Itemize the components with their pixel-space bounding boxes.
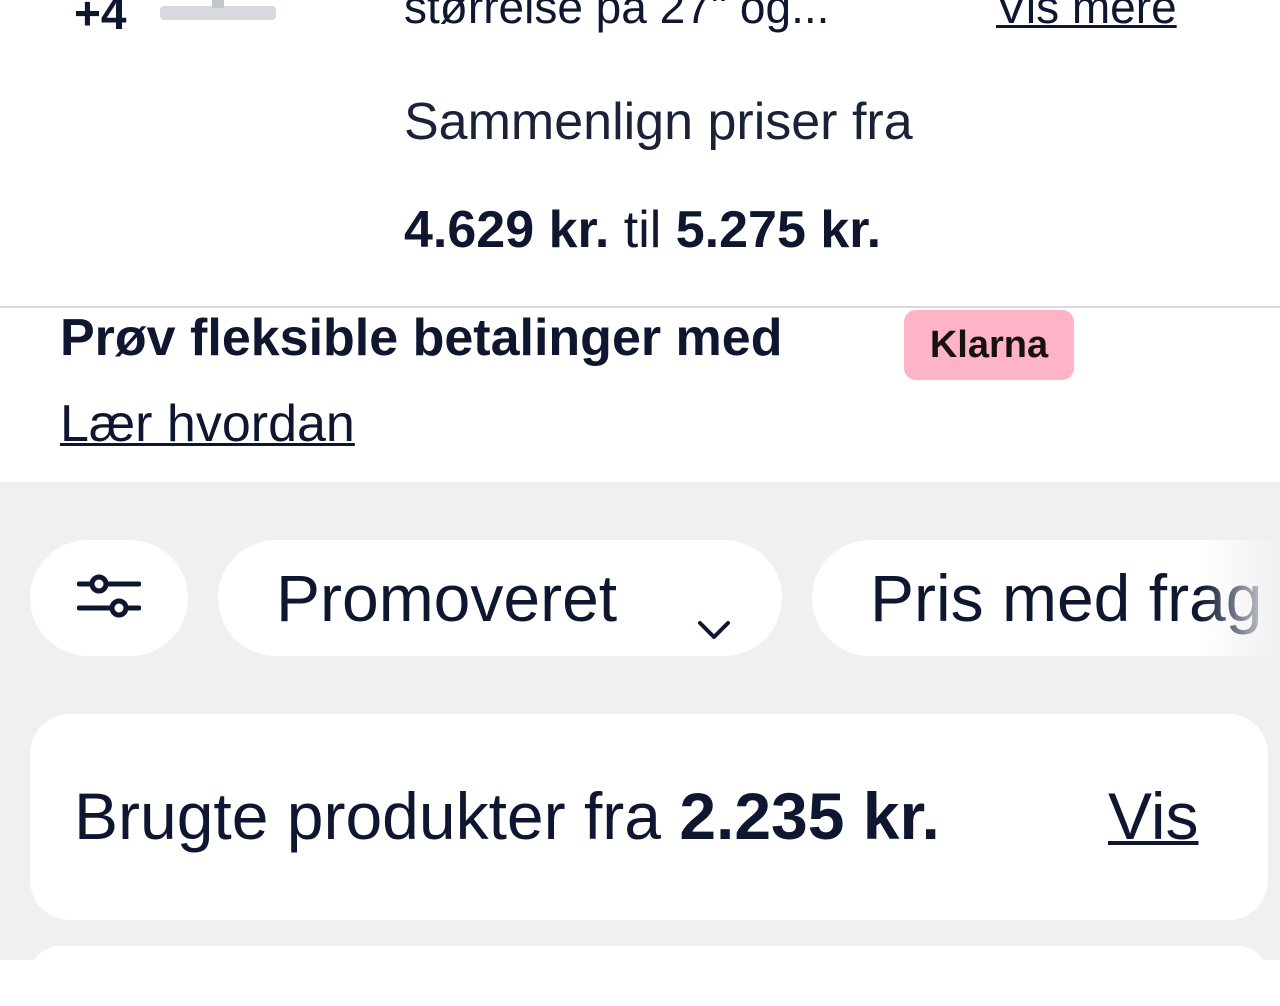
sliders-icon [76,568,142,629]
product-description: størrelse på 27" og... [404,0,830,33]
sort-dropdown[interactable]: Promoveret [218,540,782,656]
used-products-label: Brugte produkter fra [74,779,680,853]
price-separator: til [609,201,676,259]
show-more-link[interactable]: Vis mere [996,0,1177,34]
used-products-text: Brugte produkter fra 2.235 kr. [74,778,940,854]
filter-button[interactable] [30,540,188,656]
chip-scroll-fade [1200,540,1280,656]
price-min: 4.629 kr. [404,201,610,259]
price-max: 5.275 kr. [675,201,882,259]
klarna-promo-title: Prøv fleksible betalinger med [60,309,783,367]
price-range: 4.629 kr. til 5.275 kr. [404,200,881,260]
product-summary-card: +4 størrelse på 27" og... Vis mere Samme… [0,0,1280,306]
next-card [30,946,1268,1006]
chevron-down-icon [694,582,734,658]
klarna-badge: Klarna [904,310,1074,380]
product-thumbnail[interactable] [160,0,276,20]
show-used-link[interactable]: Vis [1108,778,1199,854]
sort-label: Promoveret [276,561,618,635]
used-products-price: 2.235 kr. [679,779,940,853]
more-images-count[interactable]: +4 [74,0,126,40]
used-products-card[interactable]: Brugte produkter fra 2.235 kr. Vis [30,714,1268,920]
compare-prices-label: Sammenlign priser fra [404,93,913,151]
learn-how-link[interactable]: Lær hvordan [60,394,355,454]
